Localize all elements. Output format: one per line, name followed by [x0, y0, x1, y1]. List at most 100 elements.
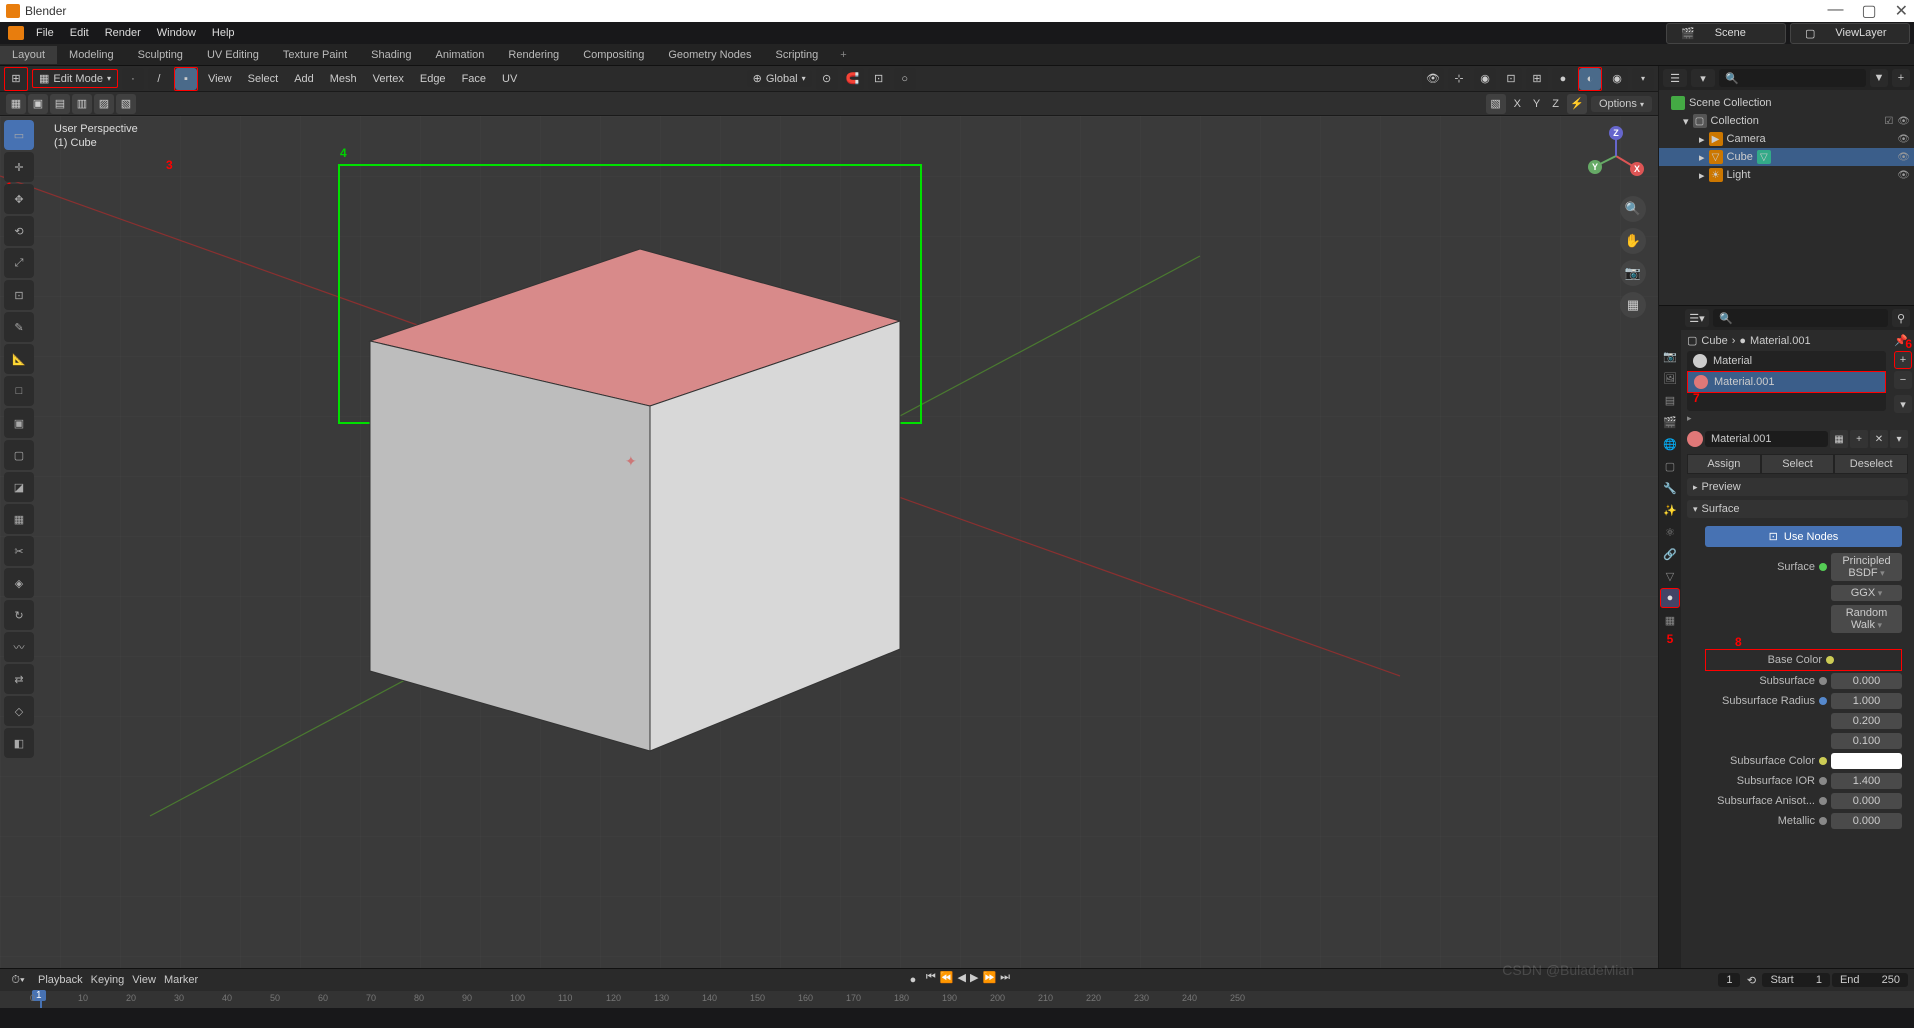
socket-dot-icon[interactable] [1819, 757, 1827, 765]
props-type-button[interactable]: ☰▾ [1685, 309, 1709, 327]
material-nodetree-button[interactable]: ▾ [1890, 430, 1908, 448]
start-frame-field[interactable]: Start 1 [1762, 973, 1829, 987]
jump-end-button[interactable]: ⏭ [1000, 971, 1010, 989]
ortho-toggle-button[interactable]: ▦ [1620, 292, 1646, 318]
select-mode-vertex[interactable]: · [122, 68, 144, 90]
tab-particle[interactable]: ✨ [1660, 500, 1680, 520]
play-reverse-button[interactable]: ◀ [958, 971, 966, 989]
minimize-button[interactable]: — [1827, 1, 1843, 21]
base-color-swatch[interactable] [1838, 652, 1895, 668]
deselect-button[interactable]: Deselect [1834, 454, 1908, 474]
material-unlink-button[interactable]: ✕ [1870, 430, 1888, 448]
tab-modifier[interactable]: 🔧 [1660, 478, 1680, 498]
tab-scene[interactable]: 🎬 [1660, 412, 1680, 432]
hide-toggle[interactable]: 👁 [1897, 116, 1910, 127]
tab-viewlayer[interactable]: ▤ [1660, 390, 1680, 410]
outliner-type-button[interactable]: ☰ [1663, 69, 1687, 87]
tab-layout[interactable]: Layout [0, 46, 57, 64]
snap-target[interactable]: ⊡ [868, 68, 890, 90]
shading-wireframe[interactable]: ⊞ [1526, 68, 1548, 90]
socket-dot-icon[interactable] [1819, 817, 1827, 825]
breadcrumb-obj[interactable]: Cube [1701, 335, 1727, 347]
tool-shrink[interactable]: ◇ [4, 696, 34, 726]
tool-move[interactable]: ✥ [4, 184, 34, 214]
menu-mesh[interactable]: Mesh [324, 73, 363, 85]
sss-method-value[interactable]: Random Walk [1831, 605, 1902, 633]
menu-window[interactable]: Window [149, 25, 204, 41]
axis-x[interactable]: X [1510, 98, 1525, 110]
play-button[interactable]: ▶ [970, 971, 978, 989]
select-button[interactable]: Select [1761, 454, 1835, 474]
tab-sculpting[interactable]: Sculpting [126, 46, 195, 64]
mesh-display-4[interactable]: ▥ [72, 94, 92, 114]
tab-compositing[interactable]: Compositing [571, 46, 656, 64]
socket-dot-icon[interactable] [1826, 656, 1834, 664]
visibility-toggle[interactable]: 👁 [1422, 68, 1444, 90]
autokey-button[interactable]: ● [904, 971, 922, 989]
use-nodes-button[interactable]: ⊡ Use Nodes [1705, 526, 1902, 547]
material-slot-0[interactable]: Material [1687, 351, 1886, 371]
tool-inset[interactable]: ▢ [4, 440, 34, 470]
ssc-swatch[interactable] [1831, 753, 1902, 769]
tab-texture[interactable]: ▦ [1660, 610, 1680, 630]
tab-mesh-data[interactable]: ▽ [1660, 566, 1680, 586]
menu-edge[interactable]: Edge [414, 73, 452, 85]
jump-next-key-button[interactable]: ⏩ [982, 971, 996, 989]
tab-shading[interactable]: Shading [359, 46, 423, 64]
hide-cube[interactable]: 👁 [1897, 152, 1910, 163]
timeline-playback[interactable]: Playback [38, 974, 83, 986]
material-slot-menu[interactable]: ▾ [1894, 395, 1912, 413]
editor-type-button[interactable]: ⊞ [5, 68, 27, 90]
proportional-edit[interactable]: ○ [894, 68, 916, 90]
jump-start-button[interactable]: ⏮ [926, 971, 936, 989]
tab-render[interactable]: 📷 [1660, 346, 1680, 366]
automerge-button[interactable]: ⚡ [1567, 94, 1587, 114]
surface-shader-value[interactable]: Principled BSDF [1831, 553, 1902, 581]
ssan-value[interactable]: 0.000 [1831, 793, 1902, 809]
material-new-button[interactable]: + [1850, 430, 1868, 448]
hide-light[interactable]: 👁 [1897, 170, 1910, 181]
exclude-checkbox[interactable]: ☑ [1884, 116, 1893, 127]
transform-orientation[interactable]: ⊕ Global ▾ [747, 70, 812, 87]
pan-button[interactable]: ✋ [1620, 228, 1646, 254]
tool-smooth[interactable]: 〰 [4, 632, 34, 662]
timeline-ruler[interactable]: 0102030405060708090100110120130140150160… [0, 991, 1914, 1008]
tool-scale[interactable]: ⤢ [4, 248, 34, 278]
tab-geometry-nodes[interactable]: Geometry Nodes [656, 46, 763, 64]
material-slot-add[interactable]: + [1894, 351, 1912, 369]
menu-render[interactable]: Render [97, 25, 149, 41]
select-mode-face[interactable]: ▪ [175, 68, 197, 90]
current-frame-field[interactable]: 1 [1718, 973, 1740, 987]
menu-vertex[interactable]: Vertex [367, 73, 410, 85]
tool-measure[interactable]: 📐 [4, 344, 34, 374]
socket-dot-icon[interactable] [1819, 777, 1827, 785]
tool-extrude[interactable]: ▣ [4, 408, 34, 438]
socket-dot-icon[interactable] [1819, 797, 1827, 805]
menu-file[interactable]: File [28, 25, 62, 41]
menu-edit[interactable]: Edit [62, 25, 97, 41]
playhead[interactable] [40, 991, 42, 1008]
mesh-display-5[interactable]: ▨ [94, 94, 114, 114]
tool-knife[interactable]: ✂ [4, 536, 34, 566]
mesh-display-6[interactable]: ▧ [116, 94, 136, 114]
outliner-search[interactable]: 🔍 [1719, 69, 1866, 87]
nav-gizmo[interactable]: X Y Z [1586, 126, 1646, 186]
timeline-marker[interactable]: Marker [164, 974, 198, 986]
outliner-display-button[interactable]: ▾ [1691, 69, 1715, 87]
props-search[interactable]: 🔍 [1713, 309, 1888, 327]
socket-dot-icon[interactable] [1819, 697, 1827, 705]
subsurface-value[interactable]: 0.000 [1831, 673, 1902, 689]
tree-scene-collection[interactable]: Scene Collection [1659, 94, 1914, 112]
menu-uv[interactable]: UV [496, 73, 523, 85]
tab-object[interactable]: ▢ [1660, 456, 1680, 476]
shading-rendered[interactable]: ◉ [1606, 68, 1628, 90]
tool-polybuild[interactable]: ◈ [4, 568, 34, 598]
xray-toggle[interactable]: ⊡ [1500, 68, 1522, 90]
mirror-icon[interactable]: ▧ [1486, 94, 1506, 114]
viewport-3d[interactable]: ▭ ✛ ✥ ⟲ ⤢ ⊡ ✎ 📐 □ ▣ ▢ ◪ ▦ ✂ ◈ ↻ 〰 ⇄ ◇ ◧ [0, 116, 1658, 968]
material-slot-1[interactable]: Material.001 [1687, 371, 1886, 393]
timeline-keying[interactable]: Keying [91, 974, 125, 986]
metallic-value[interactable]: 0.000 [1831, 813, 1902, 829]
tab-output[interactable]: 🖼 [1660, 368, 1680, 388]
menu-view[interactable]: View [202, 73, 238, 85]
